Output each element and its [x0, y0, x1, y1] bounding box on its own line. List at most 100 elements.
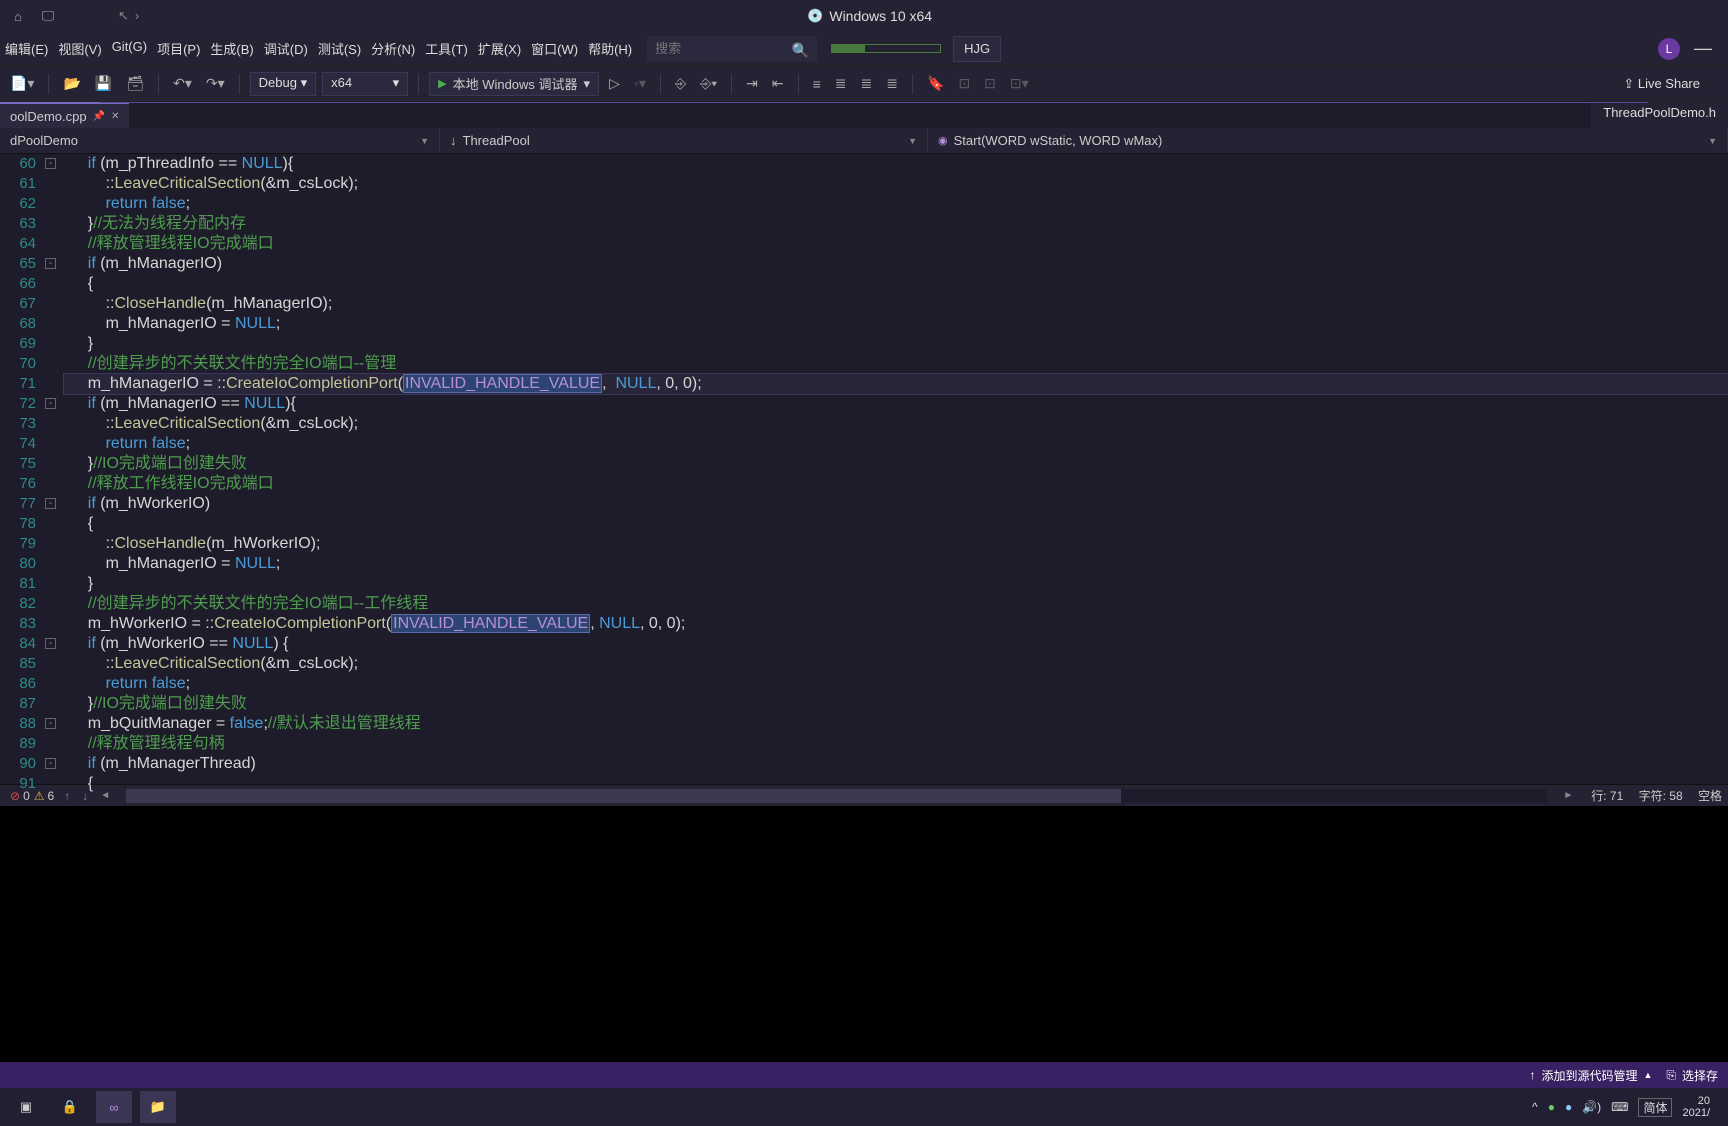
- code-line[interactable]: ::CloseHandle(m_hWorkerIO);: [64, 534, 1728, 554]
- menu-item[interactable]: 调试(D): [259, 33, 313, 64]
- menu-item[interactable]: Git(G): [107, 33, 152, 64]
- menu-item[interactable]: 扩展(X): [473, 33, 526, 64]
- fold-toggle[interactable]: -: [45, 398, 56, 409]
- speaker-icon[interactable]: 🔊): [1582, 1100, 1601, 1114]
- nav-back-icon[interactable]: ↖: [118, 8, 129, 24]
- close-icon[interactable]: ✕: [111, 111, 119, 122]
- error-icon[interactable]: ⊘: [10, 789, 20, 803]
- add-source-control[interactable]: 添加到源代码管理: [1541, 1067, 1637, 1084]
- indent-icon-1[interactable]: ⇥: [742, 73, 762, 94]
- code-line[interactable]: if (m_hWorkerIO): [64, 494, 1728, 514]
- code-line[interactable]: if (m_hManagerIO == NULL){: [64, 394, 1728, 414]
- code-line[interactable]: if (m_hWorkerIO == NULL) {: [64, 634, 1728, 654]
- code-line[interactable]: }//IO完成端口创建失败: [64, 454, 1728, 474]
- start-debug-button[interactable]: ▶ 本地 Windows 调试器 ▾: [429, 72, 599, 96]
- hjg-label[interactable]: HJG: [953, 36, 1001, 62]
- code-line[interactable]: //创建异步的不关联文件的完全IO端口--管理: [64, 354, 1728, 374]
- menu-item[interactable]: 视图(V): [53, 33, 106, 64]
- platform-combo[interactable]: x64 ▾: [322, 72, 408, 96]
- lock-icon[interactable]: 🔒: [52, 1091, 88, 1123]
- avatar[interactable]: L: [1658, 38, 1680, 60]
- monitor-icon[interactable]: 🖵: [38, 6, 58, 26]
- code-line[interactable]: if (m_pThreadInfo == NULL){: [64, 154, 1728, 174]
- tray-chevron-icon[interactable]: ^: [1532, 1100, 1538, 1114]
- code-line[interactable]: m_hWorkerIO = ::CreateIoCompletionPort(I…: [64, 614, 1728, 634]
- new-file-icon[interactable]: 📄▾: [6, 73, 38, 94]
- warn-icon[interactable]: ⚠: [34, 789, 45, 803]
- select-repo[interactable]: 选择存: [1682, 1067, 1718, 1084]
- source-control-dd-icon[interactable]: ▲: [1643, 1070, 1652, 1080]
- menu-item[interactable]: 窗口(W): [526, 33, 583, 64]
- code-line[interactable]: ::CloseHandle(m_hManagerIO);: [64, 294, 1728, 314]
- minimize-icon[interactable]: —: [1694, 38, 1712, 59]
- code-line[interactable]: ::LeaveCriticalSection(&m_csLock);: [64, 414, 1728, 434]
- class-dropdown[interactable]: ↓ ThreadPool▼: [440, 128, 928, 153]
- code-line[interactable]: //释放管理线程IO完成端口: [64, 234, 1728, 254]
- code-line[interactable]: }//IO完成端口创建失败: [64, 694, 1728, 714]
- code-line[interactable]: ::LeaveCriticalSection(&m_csLock);: [64, 174, 1728, 194]
- member-dropdown[interactable]: ◉ Start(WORD wStatic, WORD wMax)▼: [928, 128, 1728, 153]
- save-all-icon[interactable]: 🗃: [122, 73, 148, 94]
- fold-toggle[interactable]: -: [45, 158, 56, 169]
- repo-icon[interactable]: ⎘: [1666, 1068, 1676, 1083]
- menu-item[interactable]: 生成(B): [205, 33, 258, 64]
- fold-toggle[interactable]: -: [45, 718, 56, 729]
- code-line[interactable]: {: [64, 514, 1728, 534]
- horizontal-scrollbar[interactable]: [126, 789, 1547, 803]
- ime-indicator[interactable]: 简体: [1638, 1098, 1672, 1117]
- code-area[interactable]: if (m_pThreadInfo == NULL){ ::LeaveCriti…: [64, 154, 1728, 784]
- code-line[interactable]: return false;: [64, 194, 1728, 214]
- format-icon-1[interactable]: ≡: [809, 74, 825, 94]
- task-view-icon[interactable]: ▣: [8, 1091, 44, 1123]
- code-line[interactable]: //创建异步的不关联文件的完全IO端口--工作线程: [64, 594, 1728, 614]
- code-line[interactable]: if (m_hManagerIO): [64, 254, 1728, 274]
- open-icon[interactable]: 📂: [59, 73, 84, 94]
- code-line[interactable]: {: [64, 274, 1728, 294]
- menu-item[interactable]: 项目(P): [152, 33, 205, 64]
- redo-icon[interactable]: ↷▾: [202, 73, 229, 94]
- vs-task-icon[interactable]: ∞: [96, 1091, 132, 1123]
- code-line[interactable]: m_hManagerIO = ::CreateIoCompletionPort(…: [64, 374, 1728, 394]
- live-share-button[interactable]: ⇪ Live Share: [1615, 73, 1708, 95]
- bookmark-icon[interactable]: 🔖: [923, 73, 948, 94]
- fold-toggle[interactable]: -: [45, 498, 56, 509]
- home-icon[interactable]: ⌂: [8, 6, 28, 26]
- clock[interactable]: 20 2021/: [1682, 1095, 1710, 1119]
- format-icon-3[interactable]: ≣: [857, 73, 877, 94]
- fold-toggle[interactable]: -: [45, 758, 56, 769]
- indent-icon-2[interactable]: ⇤: [768, 73, 788, 94]
- code-line[interactable]: }: [64, 574, 1728, 594]
- fold-toggle[interactable]: -: [45, 638, 56, 649]
- format-icon-2[interactable]: ≣: [831, 73, 851, 94]
- pin-icon[interactable]: 📌: [93, 111, 105, 122]
- menu-item[interactable]: 测试(S): [313, 33, 366, 64]
- code-line[interactable]: return false;: [64, 674, 1728, 694]
- code-line[interactable]: //释放管理线程句柄: [64, 734, 1728, 754]
- menu-item[interactable]: 分析(N): [366, 33, 420, 64]
- search-icon[interactable]: 🔍: [792, 42, 809, 59]
- code-line[interactable]: //释放工作线程IO完成端口: [64, 474, 1728, 494]
- code-line[interactable]: m_hManagerIO = NULL;: [64, 554, 1728, 574]
- right-file-tab[interactable]: ThreadPoolDemo.h: [1591, 102, 1728, 128]
- code-line[interactable]: }: [64, 334, 1728, 354]
- code-line[interactable]: m_bQuitManager = false;//默认未退出管理线程: [64, 714, 1728, 734]
- code-line[interactable]: }//无法为线程分配内存: [64, 214, 1728, 234]
- scope-dropdown[interactable]: dPoolDemo▼: [0, 128, 440, 153]
- format-icon-4[interactable]: ≣: [882, 73, 902, 94]
- code-line[interactable]: return false;: [64, 434, 1728, 454]
- menu-item[interactable]: 工具(T): [420, 33, 473, 64]
- undo-icon[interactable]: ↶▾: [169, 73, 196, 94]
- config-combo[interactable]: Debug ▾: [250, 72, 316, 96]
- start-no-debug-icon[interactable]: ▷: [605, 73, 624, 94]
- step-icon-2[interactable]: ⎆▾: [696, 73, 721, 94]
- code-line[interactable]: if (m_hManagerThread): [64, 754, 1728, 774]
- status-dot-1[interactable]: ●: [1548, 1100, 1555, 1114]
- fold-toggle[interactable]: -: [45, 258, 56, 269]
- menu-item[interactable]: 编辑(E): [0, 33, 53, 64]
- save-icon[interactable]: 💾: [91, 73, 116, 94]
- step-icon-1[interactable]: ⎆: [671, 73, 690, 94]
- explorer-task-icon[interactable]: 📁: [140, 1091, 176, 1123]
- status-dot-2[interactable]: ●: [1565, 1100, 1572, 1114]
- code-line[interactable]: ::LeaveCriticalSection(&m_csLock);: [64, 654, 1728, 674]
- active-file-tab[interactable]: oolDemo.cpp 📌 ✕: [0, 102, 129, 128]
